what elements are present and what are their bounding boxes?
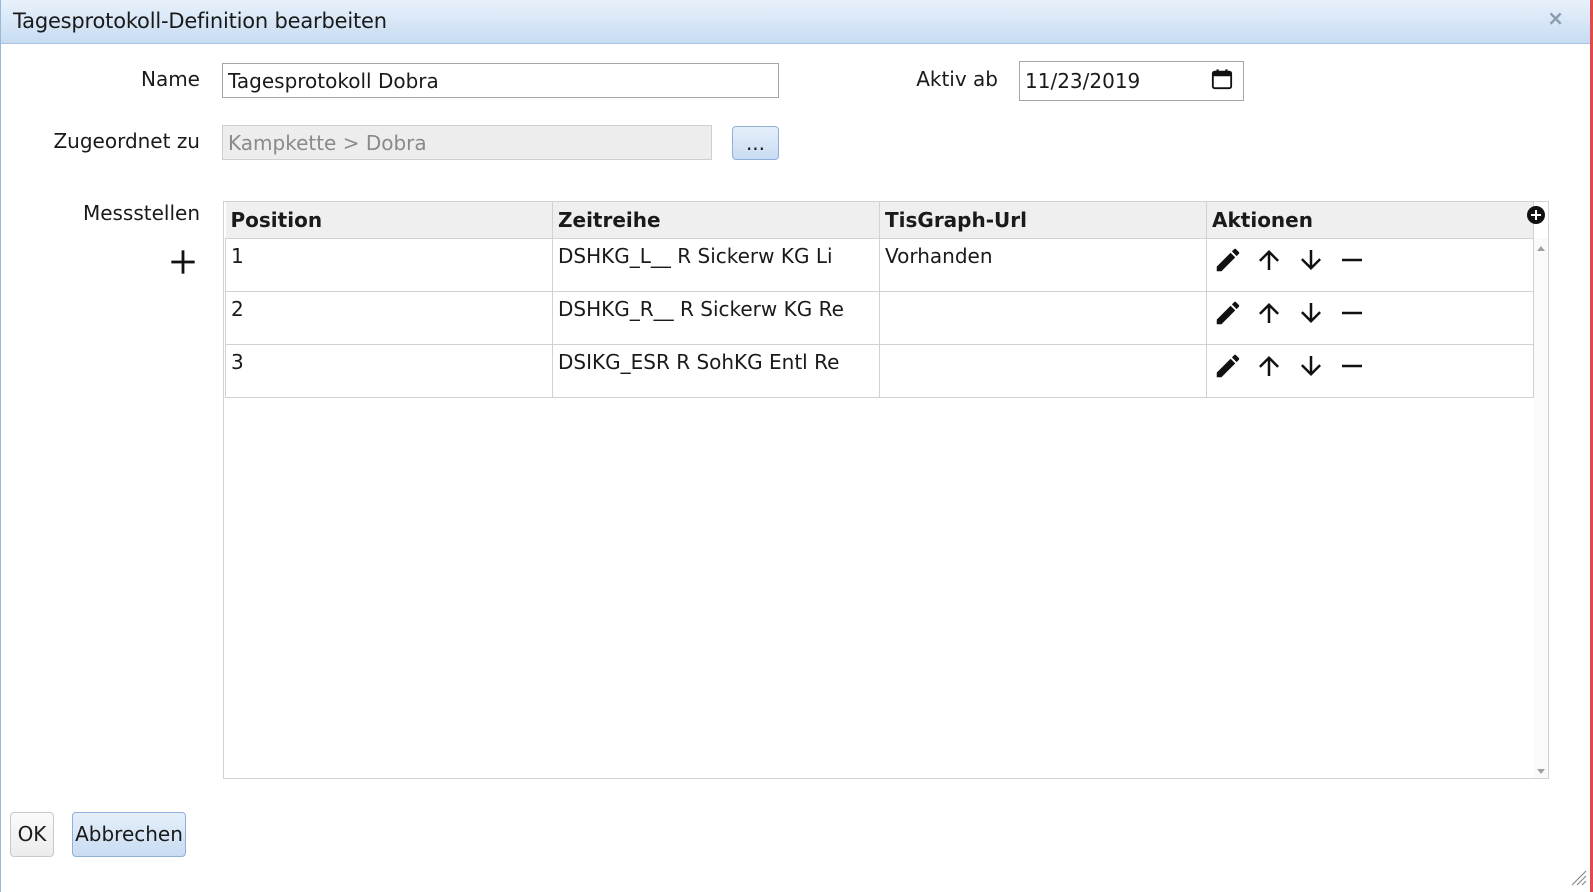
edit-icon[interactable] (1213, 351, 1243, 381)
cell-actions (1206, 237, 1534, 292)
assigned-to-input (222, 125, 712, 160)
messstellen-grid: Position Zeitreihe TisGraph-Url Aktionen… (223, 201, 1549, 779)
browse-button[interactable]: ... (732, 126, 779, 160)
resize-grip-icon[interactable] (1569, 868, 1587, 886)
active-from-label: Aktiv ab (916, 67, 998, 91)
cell-tisgraph-url[interactable] (879, 343, 1207, 398)
messstellen-table: Position Zeitreihe TisGraph-Url Aktionen… (225, 202, 1534, 398)
scroll-down-arrow-icon[interactable] (1537, 769, 1545, 774)
cell-zeitreihe[interactable]: DSHKG_L__ R Sickerw KG Li (552, 237, 880, 292)
cell-zeitreihe[interactable]: DSIKG_ESR R SohKG Entl Re (552, 343, 880, 398)
cell-actions (1206, 290, 1534, 345)
vertical-scrollbar[interactable] (1534, 238, 1548, 778)
move-up-icon[interactable] (1254, 351, 1284, 381)
move-down-icon[interactable] (1296, 351, 1326, 381)
cell-actions (1206, 343, 1534, 398)
table-header-row: Position Zeitreihe TisGraph-Url Aktionen (225, 202, 1534, 239)
title-bar[interactable]: Tagesprotokoll-Definition bearbeiten × (1, 0, 1593, 44)
messstellen-label: Messstellen (82, 201, 200, 225)
assigned-to-label: Zugeordnet zu (53, 129, 200, 153)
move-down-icon[interactable] (1296, 298, 1326, 328)
column-header-position[interactable]: Position (225, 202, 553, 239)
close-icon[interactable]: × (1547, 6, 1564, 30)
move-up-icon[interactable] (1254, 245, 1284, 275)
column-header-tisgraph-url[interactable]: TisGraph-Url (879, 202, 1207, 239)
scroll-up-arrow-icon[interactable] (1537, 246, 1545, 251)
edit-icon[interactable] (1213, 298, 1243, 328)
edit-dialog: Tagesprotokoll-Definition bearbeiten × N… (0, 0, 1593, 892)
column-header-aktionen[interactable]: Aktionen (1206, 202, 1534, 239)
add-column-icon[interactable] (1526, 205, 1546, 225)
cancel-button[interactable]: Abbrechen (72, 812, 186, 857)
remove-icon[interactable] (1337, 245, 1367, 275)
cell-position[interactable]: 2 (225, 290, 553, 345)
dialog-title: Tagesprotokoll-Definition bearbeiten (13, 9, 387, 33)
table-row[interactable]: 2 DSHKG_R__ R Sickerw KG Re (225, 290, 1534, 345)
cell-tisgraph-url[interactable]: Vorhanden (879, 237, 1207, 292)
ok-button[interactable]: OK (10, 812, 54, 857)
cell-position[interactable]: 3 (225, 343, 553, 398)
cell-position[interactable]: 1 (225, 237, 553, 292)
move-up-icon[interactable] (1254, 298, 1284, 328)
name-input[interactable] (222, 63, 779, 98)
column-header-zeitreihe[interactable]: Zeitreihe (552, 202, 880, 239)
active-from-date-input[interactable]: 11/23/2019 (1019, 61, 1244, 101)
remove-icon[interactable] (1337, 298, 1367, 328)
add-messstelle-icon[interactable] (169, 248, 197, 276)
cell-tisgraph-url[interactable] (879, 290, 1207, 345)
table-row[interactable]: 3 DSIKG_ESR R SohKG Entl Re (225, 343, 1534, 398)
active-from-value: 11/23/2019 (1025, 69, 1141, 93)
cell-zeitreihe[interactable]: DSHKG_R__ R Sickerw KG Re (552, 290, 880, 345)
edit-icon[interactable] (1213, 245, 1243, 275)
remove-icon[interactable] (1337, 351, 1367, 381)
calendar-icon[interactable] (1211, 68, 1233, 90)
name-label: Name (140, 67, 200, 91)
table-row[interactable]: 1 DSHKG_L__ R Sickerw KG Li Vorhanden (225, 237, 1534, 292)
move-down-icon[interactable] (1296, 245, 1326, 275)
